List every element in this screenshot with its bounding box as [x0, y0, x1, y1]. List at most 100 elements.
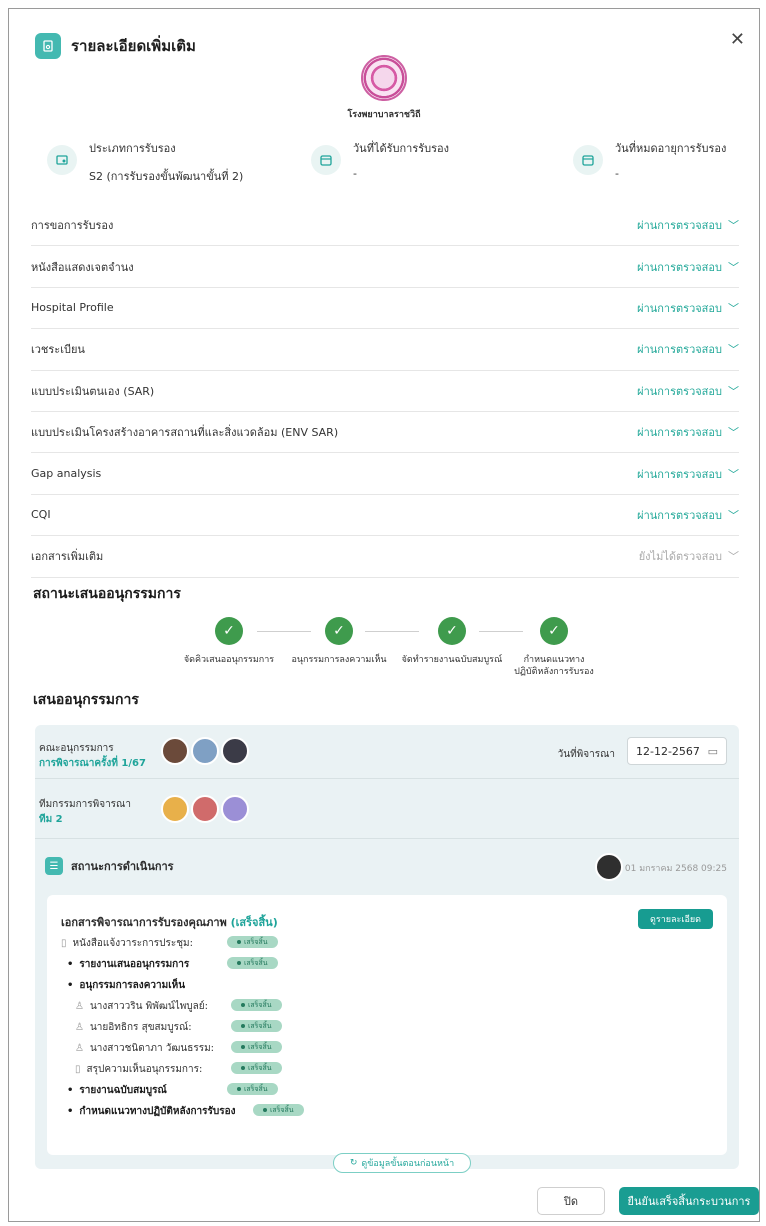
committee-panel: คณะอนุกรรมการ การพิจารณาครั้งที่ 1/67 วั…: [35, 725, 739, 1169]
info-value: S2 (การรับรองขั้นพัฒนาขั้นที่ 2): [89, 170, 244, 183]
info-value: -: [353, 167, 357, 180]
document-name: เวชระเบียน: [31, 343, 85, 357]
progress-time: 01 มกราคม 2568 09:25: [624, 864, 727, 874]
chevron-down-icon[interactable]: ﹀: [728, 466, 739, 482]
document-row[interactable]: การขอการรับรอง ผ่านการตรวจสอบ ﹀: [31, 205, 739, 247]
user-icon: ♙: [75, 1022, 84, 1033]
document-name: แบบประเมินตนเอง (SAR): [31, 384, 155, 398]
team-avatars: [161, 795, 249, 823]
avatar: [595, 853, 623, 881]
board-row: คณะอนุกรรมการ การพิจารณาครั้งที่ 1/67 วั…: [35, 725, 739, 779]
list-item: ♙ นางสาววริน พิพัฒน์ไพบูลย์:: [75, 1001, 209, 1012]
chevron-down-icon[interactable]: ﹀: [728, 424, 739, 440]
avatar: [221, 737, 249, 765]
info-value: -: [615, 167, 619, 180]
document-name: เอกสารเพิ่มเติม: [31, 550, 104, 564]
status-stepper: ✓ จัดคิวเสนออนุกรรมการ ✓ อนุกรรมการลงความเ…: [169, 617, 629, 687]
check-icon: ✓: [325, 617, 353, 645]
document-row[interactable]: Gap analysis ผ่านการตรวจสอบ ﹀: [31, 453, 739, 495]
list-icon: ☰: [45, 857, 63, 875]
document-row[interactable]: Hospital Profile ผ่านการตรวจสอบ ﹀: [31, 288, 739, 330]
chevron-down-icon[interactable]: ﹀: [728, 259, 739, 275]
status-badge: เสร็จสิ้น: [227, 936, 278, 948]
refresh-icon: ↻: [349, 1158, 358, 1168]
document-row[interactable]: เวชระเบียน ผ่านการตรวจสอบ ﹀: [31, 329, 739, 371]
status-badge: เสร็จสิ้น: [253, 1104, 304, 1116]
document-row[interactable]: แบบประเมินโครงสร้างอาคารสถานที่และสิ่งแว…: [31, 412, 739, 454]
list-item: ♙ นายอิทธิกร สุขสมบูรณ์:: [75, 1022, 192, 1033]
chevron-down-icon[interactable]: ﹀: [728, 300, 739, 316]
status-badge: เสร็จสิ้น: [231, 1062, 282, 1074]
document-name: แบบประเมินโครงสร้างอาคารสถานที่และสิ่งแว…: [31, 426, 339, 440]
document-card: เอกสารพิจารณาการรับรองคุณภาพ (เสร็จสิ้น)…: [47, 895, 727, 1155]
file-icon: ▯: [61, 938, 67, 949]
calendar-icon: ▭: [707, 744, 718, 758]
status-badge: เสร็จสิ้น: [231, 1041, 282, 1053]
status-badge: เสร็จสิ้น: [227, 1083, 278, 1095]
close-button[interactable]: ปิด: [537, 1187, 605, 1215]
document-status: ผ่านการตรวจสอบ ﹀: [637, 507, 739, 523]
document-status: ผ่านการตรวจสอบ ﹀: [637, 217, 739, 233]
document-name: หนังสือแสดงเจตจำนง: [31, 260, 134, 274]
bullet-icon: •: [67, 959, 74, 970]
document-name: CQI: [31, 508, 51, 522]
board-link[interactable]: การพิจารณาครั้งที่ 1/67: [39, 756, 146, 771]
chevron-down-icon[interactable]: ﹀: [728, 217, 739, 233]
check-icon: ✓: [540, 617, 568, 645]
card-title: เอกสารพิจารณาการรับรองคุณภาพ (เสร็จสิ้น): [61, 916, 278, 929]
date-field[interactable]: 12-12-2567 ▭: [627, 737, 727, 765]
list-item: ▯ หนังสือแจ้งวาระการประชุม:: [61, 938, 193, 949]
info-accredited-date: วันที่ได้รับการรับรอง -: [311, 139, 449, 180]
avatar: [221, 795, 249, 823]
chevron-down-icon[interactable]: ﹀: [728, 383, 739, 399]
chevron-down-icon[interactable]: ﹀: [728, 548, 739, 564]
status-badge: เสร็จสิ้น: [231, 1020, 282, 1032]
step-label: กำหนดแนวทาง ปฏิบัติหลังการรับรอง: [514, 655, 594, 677]
document-list: การขอการรับรอง ผ่านการตรวจสอบ ﹀ หนังสือแสด…: [31, 205, 739, 578]
document-status: ผ่านการตรวจสอบ ﹀: [637, 300, 739, 316]
progress-header: ☰ สถานะการดำเนินการ: [45, 857, 174, 875]
dialog: รายละเอียดเพิ่มเติม ✕ โรงพยาบาลราชวิถี ป…: [8, 8, 760, 1222]
user-icon: ♙: [75, 1001, 84, 1012]
document-status: ยังไม่ได้ตรวจสอบ ﹀: [638, 548, 739, 564]
view-detail-button[interactable]: ดูรายละเอียด: [638, 909, 713, 929]
document-name: Gap analysis: [31, 467, 102, 481]
info-expiry-date: วันที่หมดอายุการรับรอง -: [573, 139, 726, 180]
step-4: ✓ กำหนดแนวทาง ปฏิบัติหลังการรับรอง: [479, 617, 629, 678]
accreditation-info: ประเภทการรับรอง S2 (การรับรองขั้นพัฒนาขั…: [47, 139, 739, 187]
check-icon: ✓: [438, 617, 466, 645]
check-icon: ✓: [215, 617, 243, 645]
calendar-icon: [573, 145, 603, 175]
chevron-down-icon[interactable]: ﹀: [728, 341, 739, 357]
info-label: ประเภทการรับรอง: [89, 142, 176, 155]
team-row: ทีมกรรมการพิจารณา ทีม 2: [35, 779, 739, 839]
board-label: คณะอนุกรรมการ: [39, 743, 114, 754]
calendar-icon: [311, 145, 341, 175]
document-row[interactable]: หนังสือแสดงเจตจำนง ผ่านการตรวจสอบ ﹀: [31, 246, 739, 288]
chevron-down-icon[interactable]: ﹀: [728, 507, 739, 523]
previous-step-button[interactable]: ↻ ดูข้อมูลขั้นตอนก่อนหน้า: [333, 1153, 471, 1173]
document-row[interactable]: แบบประเมินตนเอง (SAR) ผ่านการตรวจสอบ ﹀: [31, 371, 739, 412]
avatar: [161, 795, 189, 823]
team-link[interactable]: ทีม 2: [39, 812, 131, 827]
hospital-name: โรงพยาบาลราชวิถี: [347, 110, 421, 120]
document-status: ผ่านการตรวจสอบ ﹀: [637, 424, 739, 440]
document-status: ผ่านการตรวจสอบ ﹀: [637, 466, 739, 482]
board-avatars: [161, 737, 249, 765]
info-accreditation-type: ประเภทการรับรอง S2 (การรับรองขั้นพัฒนาขั…: [47, 139, 243, 185]
hospital-header: โรงพยาบาลราชวิถี: [9, 55, 759, 121]
status-badge: เสร็จสิ้น: [231, 999, 282, 1011]
document-row[interactable]: CQI ผ่านการตรวจสอบ ﹀: [31, 495, 739, 537]
close-icon[interactable]: ✕: [730, 29, 745, 50]
status-section-title: สถานะเสนออนุกรรมการ: [33, 586, 181, 602]
document-name: Hospital Profile: [31, 301, 114, 315]
avatar: [161, 737, 189, 765]
confirm-complete-button[interactable]: ยืนยันเสร็จสิ้นกระบวนการ: [619, 1187, 759, 1215]
committee-title: เสนออนุกรรมการ: [33, 692, 139, 708]
list-item: • อนุกรรมการลงความเห็น: [67, 980, 186, 991]
document-row[interactable]: เอกสารเพิ่มเติม ยังไม่ได้ตรวจสอบ ﹀: [31, 536, 739, 578]
document-status: ผ่านการตรวจสอบ ﹀: [637, 341, 739, 357]
file-icon: ▯: [75, 1064, 81, 1075]
status-badge: เสร็จสิ้น: [227, 957, 278, 969]
avatar: [191, 795, 219, 823]
